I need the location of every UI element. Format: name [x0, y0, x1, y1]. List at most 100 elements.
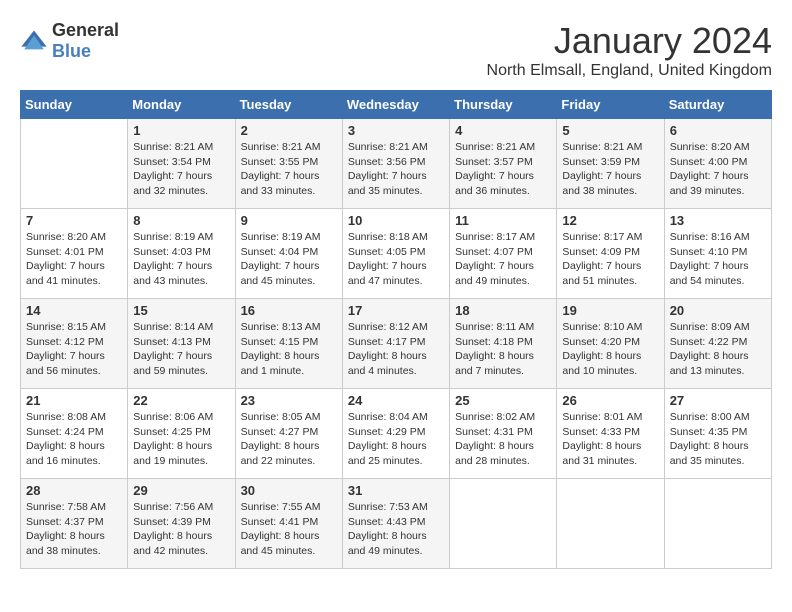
calendar-cell: 18 Sunrise: 8:11 AMSunset: 4:18 PMDayligh… [450, 299, 557, 389]
calendar-week-3: 14 Sunrise: 8:15 AMSunset: 4:12 PMDayligh… [21, 299, 772, 389]
title-block: January 2024 North Elmsall, England, Uni… [487, 20, 772, 80]
day-number: 16 [241, 303, 337, 318]
day-number: 1 [133, 123, 229, 138]
cell-info: Sunrise: 8:04 AMSunset: 4:29 PMDaylight:… [348, 411, 428, 467]
calendar-week-1: 1 Sunrise: 8:21 AMSunset: 3:54 PMDaylight… [21, 119, 772, 209]
col-header-monday: Monday [128, 91, 235, 119]
calendar-cell: 5Sunrise: 8:21 AMSunset: 3:59 PMDaylight… [557, 119, 664, 209]
calendar-cell: 17 Sunrise: 8:12 AMSunset: 4:17 PMDayligh… [342, 299, 449, 389]
calendar-cell: 31 Sunrise: 7:53 AMSunset: 4:43 PMDayligh… [342, 479, 449, 569]
cell-info: Sunrise: 8:15 AMSunset: 4:12 PMDaylight:… [26, 321, 106, 377]
cell-info: Sunrise: 8:21 AMSunset: 3:57 PMDaylight:… [455, 141, 535, 197]
calendar-cell: 16 Sunrise: 8:13 AMSunset: 4:15 PMDayligh… [235, 299, 342, 389]
col-header-tuesday: Tuesday [235, 91, 342, 119]
header-row: SundayMondayTuesdayWednesdayThursdayFrid… [21, 91, 772, 119]
day-number: 5 [562, 123, 658, 138]
calendar-cell: 8Sunrise: 8:19 AMSunset: 4:03 PMDaylight… [128, 209, 235, 299]
calendar-cell: 28 Sunrise: 7:58 AMSunset: 4:37 PMDayligh… [21, 479, 128, 569]
day-number: 19 [562, 303, 658, 318]
day-number: 14 [26, 303, 122, 318]
cell-info: Sunrise: 8:21 AMSunset: 3:55 PMDaylight:… [241, 141, 321, 197]
calendar-cell: 3Sunrise: 8:21 AMSunset: 3:56 PMDaylight… [342, 119, 449, 209]
calendar-cell: 20 Sunrise: 8:09 AMSunset: 4:22 PMDayligh… [664, 299, 771, 389]
calendar-cell: 10 Sunrise: 8:18 AMSunset: 4:05 PMDayligh… [342, 209, 449, 299]
day-number: 9 [241, 213, 337, 228]
cell-info: Sunrise: 8:02 AMSunset: 4:31 PMDaylight:… [455, 411, 535, 467]
cell-info: Sunrise: 8:17 AMSunset: 4:07 PMDaylight:… [455, 231, 535, 287]
day-number: 15 [133, 303, 229, 318]
cell-info: Sunrise: 8:13 AMSunset: 4:15 PMDaylight:… [241, 321, 321, 377]
calendar-cell [557, 479, 664, 569]
calendar-cell: 4 Sunrise: 8:21 AMSunset: 3:57 PMDaylight… [450, 119, 557, 209]
calendar-week-4: 21Sunrise: 8:08 AMSunset: 4:24 PMDayligh… [21, 389, 772, 479]
cell-info: Sunrise: 8:08 AMSunset: 4:24 PMDaylight:… [26, 411, 106, 467]
calendar-cell: 29 Sunrise: 7:56 AMSunset: 4:39 PMDayligh… [128, 479, 235, 569]
cell-info: Sunrise: 8:10 AMSunset: 4:20 PMDaylight:… [562, 321, 642, 377]
calendar-cell: 24 Sunrise: 8:04 AMSunset: 4:29 PMDayligh… [342, 389, 449, 479]
cell-info: Sunrise: 8:09 AMSunset: 4:22 PMDaylight:… [670, 321, 750, 377]
calendar-cell: 6 Sunrise: 8:20 AMSunset: 4:00 PMDaylight… [664, 119, 771, 209]
calendar-cell: 12Sunrise: 8:17 AMSunset: 4:09 PMDayligh… [557, 209, 664, 299]
location-title: North Elmsall, England, United Kingdom [487, 62, 772, 80]
day-number: 6 [670, 123, 766, 138]
cell-info: Sunrise: 8:19 AMSunset: 4:04 PMDaylight:… [241, 231, 321, 287]
cell-info: Sunrise: 8:20 AMSunset: 4:00 PMDaylight:… [670, 141, 750, 197]
calendar-cell: 9 Sunrise: 8:19 AMSunset: 4:04 PMDaylight… [235, 209, 342, 299]
cell-info: Sunrise: 8:12 AMSunset: 4:17 PMDaylight:… [348, 321, 428, 377]
cell-info: Sunrise: 8:20 AMSunset: 4:01 PMDaylight:… [26, 231, 106, 287]
cell-info: Sunrise: 8:21 AMSunset: 3:56 PMDaylight:… [348, 141, 428, 197]
calendar-cell: 19 Sunrise: 8:10 AMSunset: 4:20 PMDayligh… [557, 299, 664, 389]
calendar-table: SundayMondayTuesdayWednesdayThursdayFrid… [20, 90, 772, 569]
day-number: 26 [562, 393, 658, 408]
calendar-cell: 30 Sunrise: 7:55 AMSunset: 4:41 PMDayligh… [235, 479, 342, 569]
day-number: 24 [348, 393, 444, 408]
logo-blue: Blue [52, 41, 91, 61]
calendar-cell: 27 Sunrise: 8:00 AMSunset: 4:35 PMDayligh… [664, 389, 771, 479]
calendar-cell: 26 Sunrise: 8:01 AMSunset: 4:33 PMDayligh… [557, 389, 664, 479]
calendar-cell [21, 119, 128, 209]
col-header-wednesday: Wednesday [342, 91, 449, 119]
cell-info: Sunrise: 8:21 AMSunset: 3:54 PMDaylight:… [133, 141, 213, 197]
day-number: 25 [455, 393, 551, 408]
cell-info: Sunrise: 8:11 AMSunset: 4:18 PMDaylight:… [455, 321, 534, 377]
logo-text: General Blue [52, 20, 119, 62]
month-title: January 2024 [487, 20, 772, 62]
day-number: 22 [133, 393, 229, 408]
day-number: 2 [241, 123, 337, 138]
col-header-sunday: Sunday [21, 91, 128, 119]
calendar-cell: 1 Sunrise: 8:21 AMSunset: 3:54 PMDaylight… [128, 119, 235, 209]
cell-info: Sunrise: 7:58 AMSunset: 4:37 PMDaylight:… [26, 501, 106, 557]
cell-info: Sunrise: 8:16 AMSunset: 4:10 PMDaylight:… [670, 231, 750, 287]
day-number: 20 [670, 303, 766, 318]
calendar-cell: 15Sunrise: 8:14 AMSunset: 4:13 PMDayligh… [128, 299, 235, 389]
calendar-cell: 7Sunrise: 8:20 AMSunset: 4:01 PMDaylight… [21, 209, 128, 299]
cell-info: Sunrise: 7:55 AMSunset: 4:41 PMDaylight:… [241, 501, 321, 557]
day-number: 29 [133, 483, 229, 498]
day-number: 30 [241, 483, 337, 498]
day-number: 23 [241, 393, 337, 408]
day-number: 18 [455, 303, 551, 318]
cell-info: Sunrise: 7:56 AMSunset: 4:39 PMDaylight:… [133, 501, 213, 557]
cell-info: Sunrise: 8:00 AMSunset: 4:35 PMDaylight:… [670, 411, 750, 467]
day-number: 13 [670, 213, 766, 228]
calendar-cell: 13 Sunrise: 8:16 AMSunset: 4:10 PMDayligh… [664, 209, 771, 299]
calendar-cell: 21Sunrise: 8:08 AMSunset: 4:24 PMDayligh… [21, 389, 128, 479]
day-number: 10 [348, 213, 444, 228]
calendar-week-5: 28 Sunrise: 7:58 AMSunset: 4:37 PMDayligh… [21, 479, 772, 569]
day-number: 4 [455, 123, 551, 138]
day-number: 27 [670, 393, 766, 408]
day-number: 12 [562, 213, 658, 228]
day-number: 11 [455, 213, 551, 228]
logo: General Blue [20, 20, 119, 62]
cell-info: Sunrise: 8:01 AMSunset: 4:33 PMDaylight:… [562, 411, 642, 467]
calendar-cell: 14 Sunrise: 8:15 AMSunset: 4:12 PMDayligh… [21, 299, 128, 389]
cell-info: Sunrise: 8:18 AMSunset: 4:05 PMDaylight:… [348, 231, 428, 287]
calendar-cell: 23Sunrise: 8:05 AMSunset: 4:27 PMDayligh… [235, 389, 342, 479]
cell-info: Sunrise: 8:06 AMSunset: 4:25 PMDaylight:… [133, 411, 213, 467]
calendar-cell: 11 Sunrise: 8:17 AMSunset: 4:07 PMDayligh… [450, 209, 557, 299]
day-number: 28 [26, 483, 122, 498]
cell-info: Sunrise: 7:53 AMSunset: 4:43 PMDaylight:… [348, 501, 428, 557]
day-number: 17 [348, 303, 444, 318]
day-number: 31 [348, 483, 444, 498]
logo-icon [20, 27, 48, 55]
